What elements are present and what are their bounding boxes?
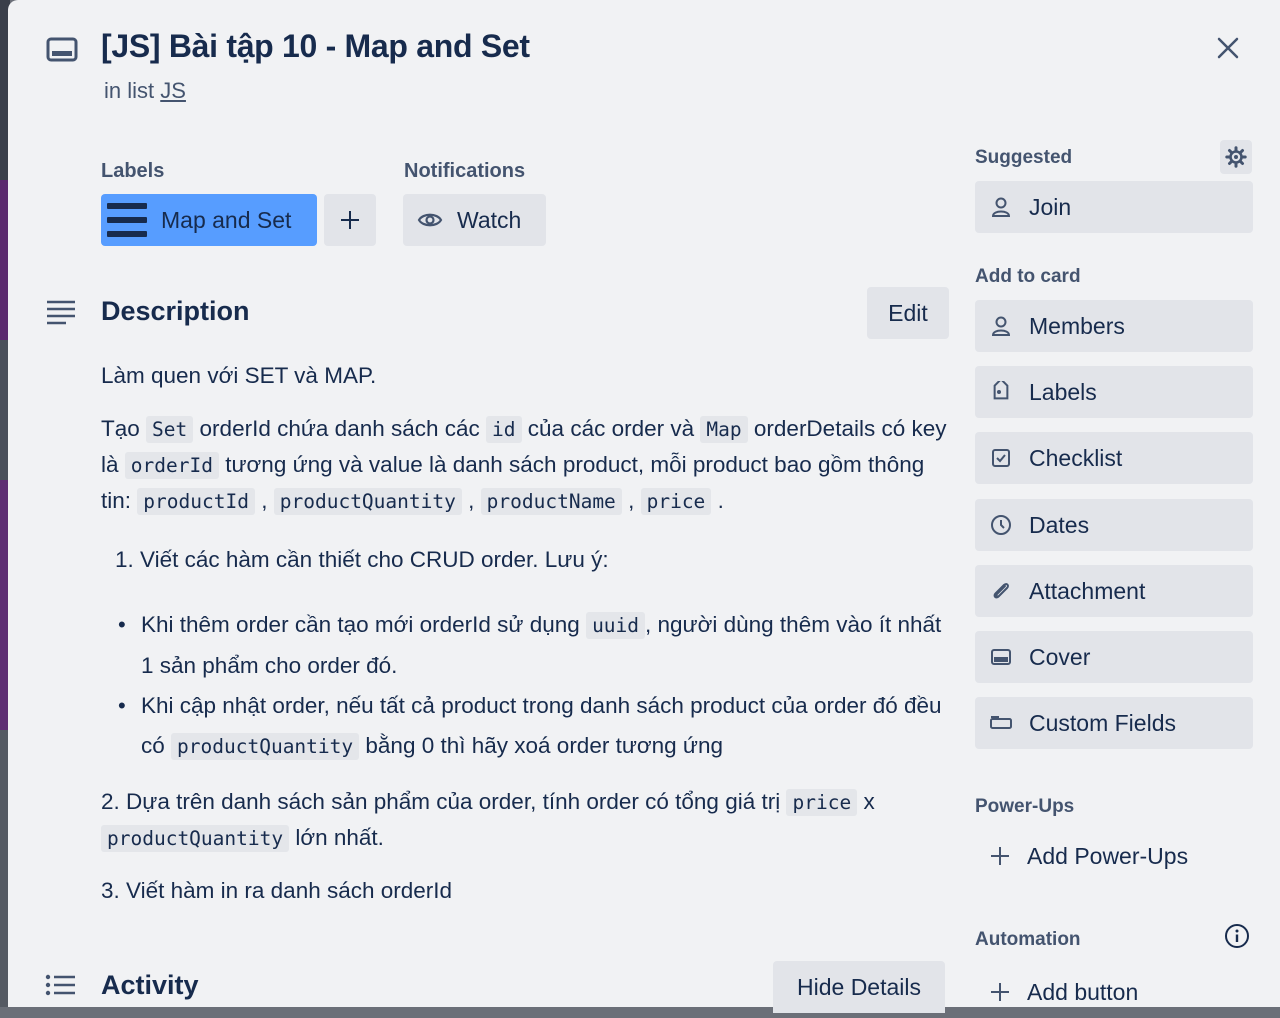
card-title[interactable]: [JS] Bài tập 10 - Map and Set bbox=[101, 28, 530, 65]
attachment-button[interactable]: Attachment bbox=[975, 565, 1253, 617]
power-ups-heading: Power-Ups bbox=[975, 796, 1075, 817]
suggested-settings-button[interactable] bbox=[1220, 140, 1252, 174]
ordered-item-3: 3. Viết hàm in ra danh sách orderId bbox=[101, 878, 453, 903]
in-list-prefix: in list bbox=[104, 78, 155, 103]
info-icon bbox=[1225, 924, 1249, 948]
add-label-button[interactable] bbox=[324, 194, 376, 246]
clock-icon bbox=[989, 513, 1013, 537]
card-detail-modal: [JS] Bài tập 10 - Map and Set in list JS… bbox=[8, 0, 1280, 1013]
add-to-card-heading: Add to card bbox=[975, 266, 1081, 287]
description-icon bbox=[44, 298, 78, 328]
label-chip-text: Map and Set bbox=[161, 206, 292, 233]
label-bars-icon bbox=[107, 203, 147, 237]
description-heading: Description bbox=[101, 296, 250, 326]
labels-button[interactable]: Labels bbox=[975, 366, 1253, 418]
checkbox-icon bbox=[989, 446, 1013, 470]
edit-description-button[interactable]: Edit bbox=[867, 287, 949, 339]
card-icon bbox=[46, 36, 78, 64]
watch-label: Watch bbox=[457, 206, 522, 233]
list-item: Khi cập nhật order, nếu tất cả product t… bbox=[114, 686, 954, 767]
automation-info-button[interactable] bbox=[1223, 922, 1251, 950]
person-icon bbox=[989, 195, 1013, 219]
add-power-ups-button[interactable]: Add Power-Ups bbox=[975, 830, 1253, 882]
paperclip-icon bbox=[989, 579, 1013, 603]
close-button[interactable] bbox=[1208, 28, 1248, 68]
list-item: Khi thêm order cần tạo mới orderId sử dụ… bbox=[114, 605, 954, 686]
join-button[interactable]: Join bbox=[975, 181, 1253, 233]
card-list-info: in list JS bbox=[104, 78, 186, 104]
plus-icon bbox=[991, 983, 1009, 1001]
ordered-item-1: 1. Viết các hàm cần thiết cho CRUD order… bbox=[115, 547, 609, 572]
person-icon bbox=[989, 314, 1013, 338]
bullet-list: Khi thêm order cần tạo mới orderId sử dụ… bbox=[114, 605, 954, 767]
hide-details-button[interactable]: Hide Details bbox=[773, 961, 945, 1013]
custom-fields-button[interactable]: Custom Fields bbox=[975, 697, 1253, 749]
description-intro: Làm quen với SET và MAP. bbox=[101, 363, 377, 388]
labels-heading: Labels bbox=[101, 160, 165, 182]
automation-heading: Automation bbox=[975, 929, 1081, 950]
activity-heading: Activity bbox=[101, 970, 199, 1000]
label-chip[interactable]: Map and Set bbox=[101, 194, 317, 246]
add-automation-button[interactable]: Add button bbox=[975, 966, 1253, 1018]
eye-icon bbox=[417, 213, 443, 227]
dates-button[interactable]: Dates bbox=[975, 499, 1253, 551]
suggested-heading: Suggested bbox=[975, 147, 1073, 168]
members-button[interactable]: Members bbox=[975, 300, 1253, 352]
watch-button[interactable]: Watch bbox=[403, 194, 546, 246]
gear-icon bbox=[1225, 146, 1247, 168]
card-cover-icon bbox=[989, 645, 1013, 669]
notifications-heading: Notifications bbox=[404, 160, 526, 182]
tag-icon bbox=[989, 380, 1013, 404]
activity-icon bbox=[44, 972, 78, 1002]
custom-fields-icon bbox=[989, 711, 1013, 735]
cover-button[interactable]: Cover bbox=[975, 631, 1253, 683]
plus-icon bbox=[991, 847, 1009, 865]
checklist-button[interactable]: Checklist bbox=[975, 432, 1253, 484]
plus-icon bbox=[341, 211, 359, 229]
ordered-item-2: 2. Dựa trên danh sách sản phẩm của order… bbox=[101, 789, 875, 852]
list-link[interactable]: JS bbox=[160, 78, 186, 103]
close-icon bbox=[1217, 37, 1239, 59]
description-paragraph: Tạo Set orderId chứa danh sách các id củ… bbox=[101, 416, 947, 515]
